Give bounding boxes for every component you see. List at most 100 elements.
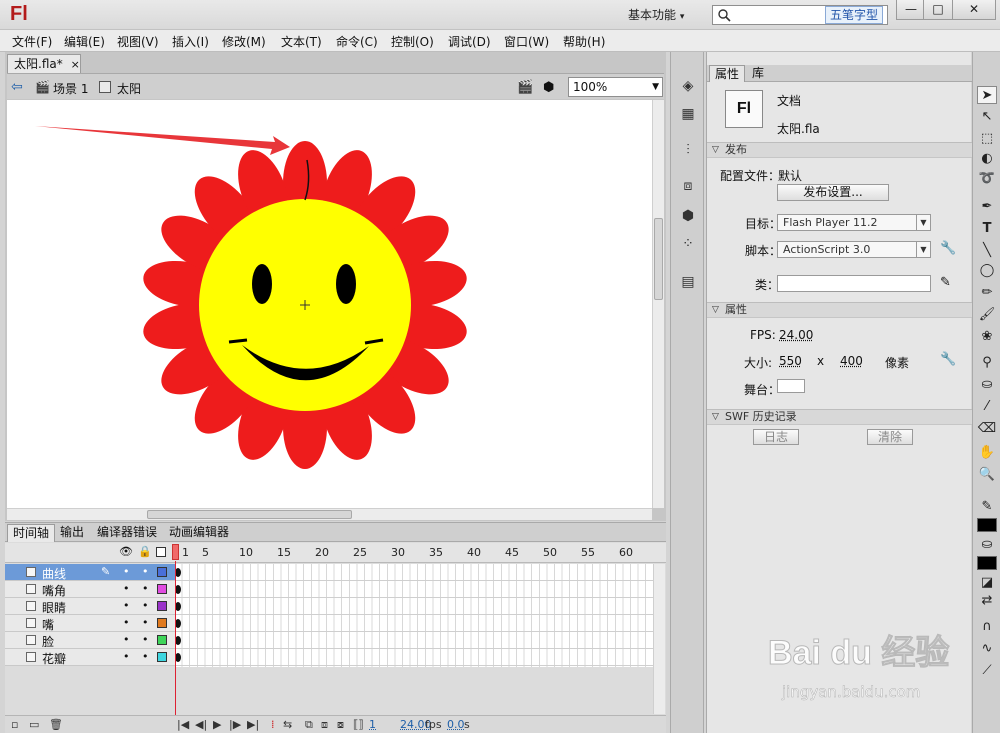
pen-tool-icon[interactable]: ✒ [977,198,997,216]
prev-frame-icon[interactable]: ◀| [195,718,207,731]
smooth-icon[interactable]: ∿ [977,640,997,658]
tab-compiler-errors[interactable]: 编译器错误 [92,524,162,542]
visible-dot[interactable]: • [123,616,130,629]
outline-icon[interactable] [156,547,166,557]
clear-button[interactable]: 清除 [867,429,913,445]
visible-dot[interactable]: • [123,650,130,663]
info-icon[interactable]: ⧈ [679,178,697,194]
fill-color-icon[interactable]: ⛀ [977,536,997,554]
project-icon[interactable]: ▤ [679,274,697,290]
menu-commands[interactable]: 命令(C) [336,33,378,50]
lock-dot[interactable]: • [142,633,149,646]
lock-dot[interactable]: • [142,599,149,612]
bone-tool-icon[interactable]: ⚲ [977,354,997,372]
document-tab[interactable]: 太阳.fla* × [7,54,81,73]
publish-settings-button[interactable]: 发布设置... [777,184,889,201]
close-icon[interactable]: × [71,58,80,71]
lock-icon[interactable]: 🔒 [138,545,152,558]
stage-canvas[interactable] [7,100,652,508]
menu-insert[interactable]: 插入(I) [172,33,209,50]
edit-multiple-icon[interactable]: ⧇ [337,718,344,732]
color-panel-icon[interactable]: ◈ [679,78,697,94]
menu-view[interactable]: 视图(V) [117,33,159,50]
current-frame[interactable]: 1 [369,718,376,731]
layer-row[interactable]: 脸 • • [5,632,175,649]
zoom-tool-icon[interactable]: 🔍 [977,466,997,484]
eye-icon[interactable]: 👁 [119,545,133,558]
maximize-button[interactable]: □ [923,0,953,20]
line-tool-icon[interactable]: ╲ [977,242,997,260]
eraser-tool-icon[interactable]: ⌫ [977,420,997,438]
layer-color-swatch[interactable] [157,652,167,662]
back-arrow-icon[interactable]: ⇦ [11,79,23,95]
onion-center-icon[interactable]: ⁞ [271,718,275,731]
breadcrumb-symbol[interactable]: 太阳 [117,80,141,97]
log-button[interactable]: 日志 [753,429,799,445]
class-input[interactable] [777,275,931,292]
trash-icon[interactable]: 🗑 [49,718,63,731]
stroke-color-icon[interactable]: ✎ [977,498,997,516]
workspace-switcher[interactable]: 基本功能 ▾ [628,4,700,26]
selection-tool-icon[interactable]: ➤ [977,86,997,104]
straighten-icon[interactable]: ⟋ [977,662,997,680]
section-attributes[interactable]: 属性 [707,302,972,318]
pencil-icon[interactable]: ✎ [940,275,951,290]
tab-library[interactable]: 库 [747,65,769,82]
tab-properties[interactable]: 属性 [709,65,746,82]
timeline-vertical-scrollbar[interactable] [653,564,665,714]
menu-file[interactable]: 文件(F) [12,33,52,50]
onion-skin-icon[interactable]: ⧉ [305,718,313,732]
free-transform-tool-icon[interactable]: ⬚ [977,130,997,148]
lock-dot[interactable]: • [142,616,149,629]
deco-tool-icon[interactable]: ❀ [977,328,997,346]
tab-motion-editor[interactable]: 动画编辑器 [164,524,234,542]
swap-colors-icon[interactable]: ⇄ [977,592,997,610]
section-swf-history[interactable]: SWF 历史记录 [707,409,972,425]
oval-tool-icon[interactable]: ◯ [977,262,997,280]
brush-tool-icon[interactable]: 🖌 [977,306,997,324]
align-icon[interactable]: ⫶ [679,142,697,158]
layer-color-swatch[interactable] [157,601,167,611]
layer-row[interactable]: 嘴 • • [5,615,175,632]
wrench-icon[interactable]: 🔧 [940,352,956,367]
new-folder-icon[interactable]: ▭ [29,718,39,731]
new-layer-icon[interactable]: ▫ [11,718,18,731]
next-frame-icon[interactable]: |▶ [229,718,241,731]
lock-dot[interactable]: • [142,650,149,663]
breadcrumb-scene[interactable]: 场景 1 [53,80,88,97]
tab-output[interactable]: 输出 [55,524,89,542]
subselection-tool-icon[interactable]: ↖ [977,108,997,126]
pencil-tool-icon[interactable]: ✏ [977,284,997,302]
motion-presets-icon[interactable]: ⁘ [679,236,697,252]
frame-grid[interactable] [175,564,653,667]
scrollbar-thumb[interactable] [147,510,352,519]
ime-badge[interactable]: 五笔字型 [825,6,884,24]
menu-modify[interactable]: 修改(M) [222,33,266,50]
paint-bucket-tool-icon[interactable]: ⛀ [977,376,997,394]
menu-debug[interactable]: 调试(D) [448,33,491,50]
stroke-color-swatch[interactable] [977,518,997,532]
text-tool-icon[interactable]: T [977,220,997,238]
swatches-icon[interactable]: ▦ [679,106,697,122]
layer-color-swatch[interactable] [157,584,167,594]
width-input[interactable]: 550 [779,354,802,368]
first-frame-icon[interactable]: |◀ [177,718,189,731]
lock-dot[interactable]: • [142,582,149,595]
layer-row[interactable]: 曲线 ✎ • • [5,564,175,581]
layer-color-swatch[interactable] [157,635,167,645]
layer-row[interactable]: 花瓣 • • [5,649,175,666]
height-input[interactable]: 400 [840,354,863,368]
lock-dot[interactable]: • [142,565,149,578]
stage-vertical-scrollbar[interactable] [652,100,664,508]
elapsed-time[interactable]: 0.0 [447,718,465,731]
3d-rotation-tool-icon[interactable]: ◐ [977,150,997,168]
onion-markers-icon[interactable]: ⟦⟧ [353,718,364,731]
layer-row[interactable]: 嘴角 • • [5,581,175,598]
edit-scene-icon[interactable]: 🎬 [517,80,533,95]
menu-edit[interactable]: 编辑(E) [64,33,105,50]
visible-dot[interactable]: • [123,582,130,595]
section-publish[interactable]: 发布 [707,142,972,158]
menu-text[interactable]: 文本(T) [281,33,322,50]
hand-tool-icon[interactable]: ✋ [977,444,997,462]
fps-input[interactable]: 24.00 [779,328,813,342]
